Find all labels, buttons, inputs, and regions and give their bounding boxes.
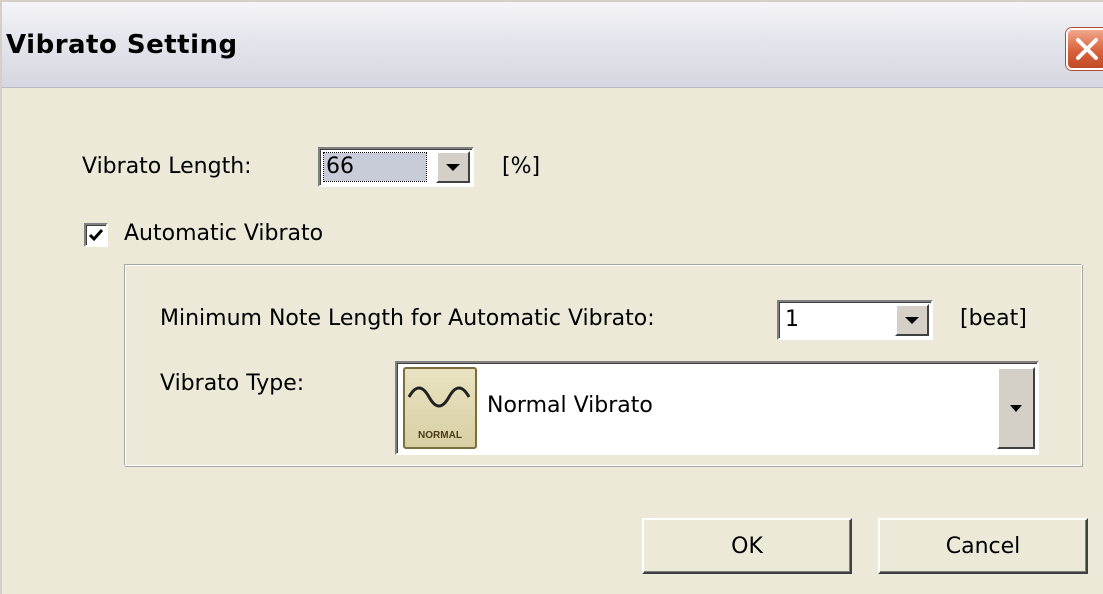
normal-vibrato-icon: NORMAL bbox=[403, 367, 477, 449]
ok-button[interactable]: OK bbox=[642, 518, 852, 574]
vibrato-type-value[interactable]: Normal Vibrato bbox=[487, 393, 653, 418]
chevron-down-icon bbox=[1010, 405, 1022, 412]
vibrato-type-dropdown-button[interactable] bbox=[997, 367, 1035, 449]
vibrato-length-dropdown-button[interactable] bbox=[436, 151, 470, 183]
chevron-down-icon bbox=[905, 317, 919, 324]
vibrato-type-label: Vibrato Type: bbox=[160, 371, 305, 396]
chevron-down-icon bbox=[446, 164, 460, 171]
dialog-window: Vibrato Setting Vibrato Length: 66 [%] A… bbox=[0, 0, 1103, 594]
automatic-vibrato-checkbox[interactable] bbox=[84, 223, 108, 247]
normal-vibrato-icon-label: NORMAL bbox=[418, 430, 462, 441]
min-note-length-combo[interactable]: 1 bbox=[777, 300, 933, 340]
automatic-vibrato-label[interactable]: Automatic Vibrato bbox=[124, 221, 323, 246]
vibrato-length-label: Vibrato Length: bbox=[82, 154, 252, 179]
title-bar[interactable]: Vibrato Setting bbox=[2, 2, 1103, 88]
vibrato-length-unit: [%] bbox=[502, 154, 541, 179]
min-note-length-label: Minimum Note Length for Automatic Vibrat… bbox=[160, 306, 655, 331]
vibrato-type-combo[interactable]: NORMAL Normal Vibrato bbox=[395, 361, 1039, 455]
window-title: Vibrato Setting bbox=[6, 30, 238, 60]
min-note-length-value[interactable]: 1 bbox=[783, 306, 801, 334]
min-note-length-dropdown-button[interactable] bbox=[895, 304, 929, 336]
min-note-length-unit: [beat] bbox=[960, 306, 1027, 331]
checkmark-icon bbox=[88, 229, 104, 242]
close-button[interactable] bbox=[1066, 28, 1103, 70]
vibrato-length-value[interactable]: 66 bbox=[323, 152, 427, 182]
cancel-button[interactable]: Cancel bbox=[878, 518, 1088, 574]
vibrato-length-combo[interactable]: 66 bbox=[318, 147, 474, 187]
close-icon bbox=[1076, 38, 1098, 60]
